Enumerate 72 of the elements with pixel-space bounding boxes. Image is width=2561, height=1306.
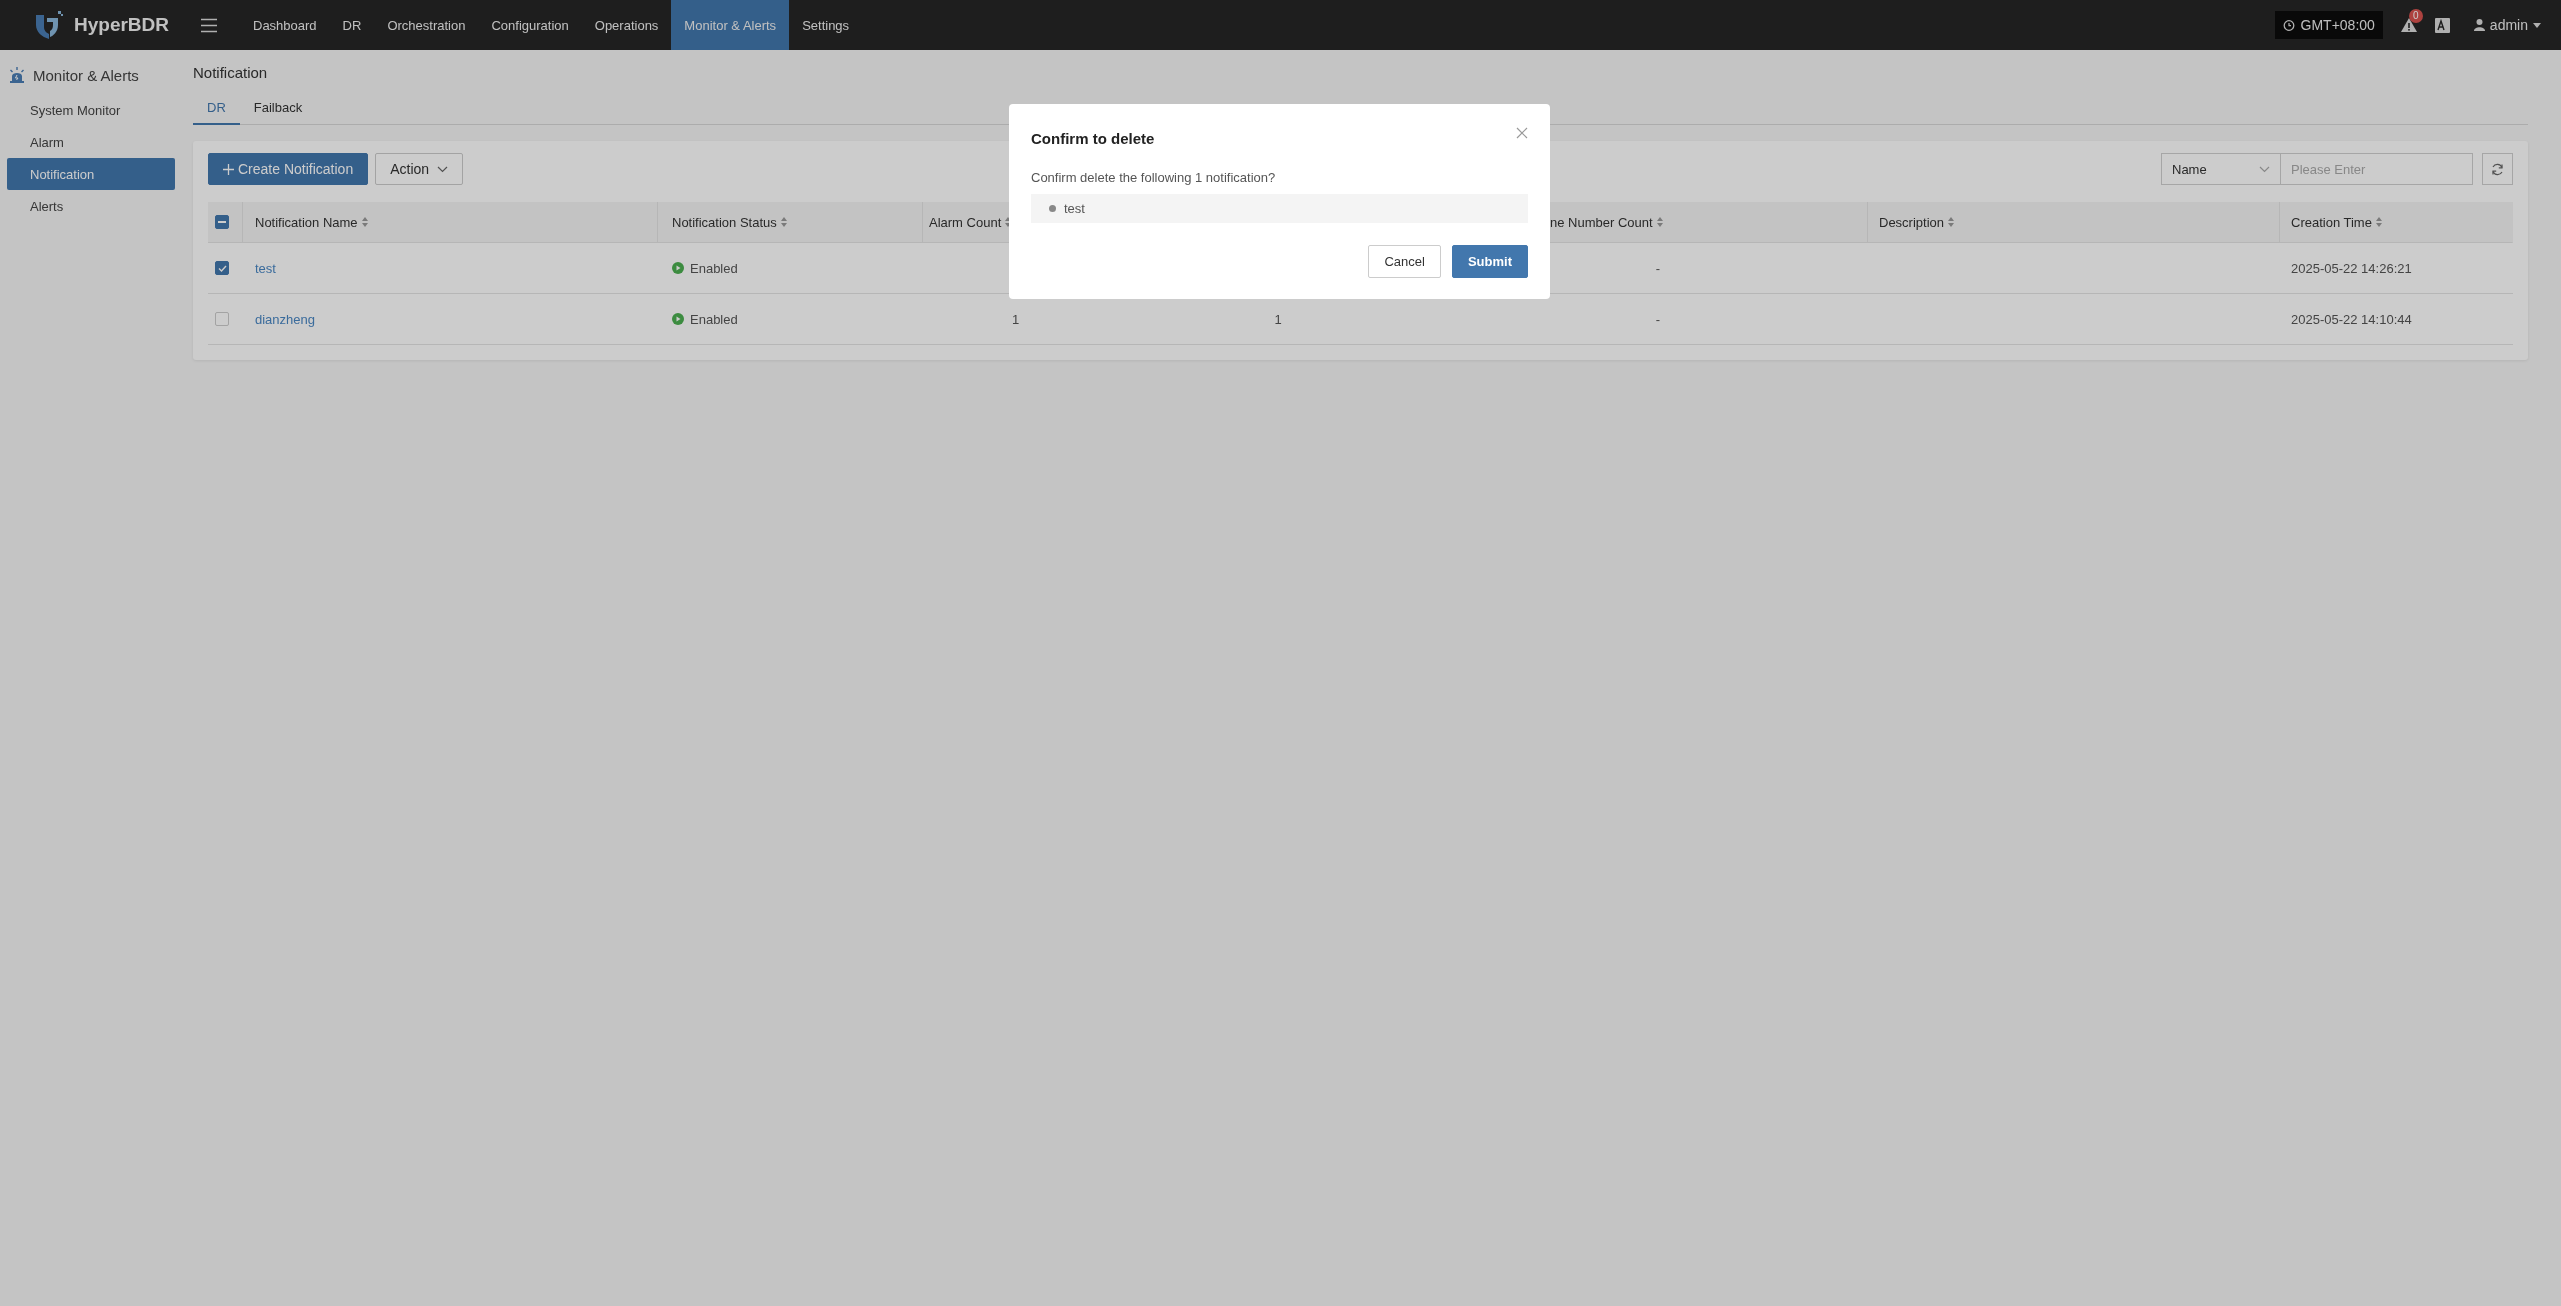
plus-icon (223, 163, 234, 175)
brand-name: HyperBDR (74, 14, 170, 36)
sort-icon[interactable] (780, 217, 787, 227)
chevron-down-icon (2259, 165, 2270, 173)
translate-icon[interactable] (2434, 17, 2450, 33)
table-cell: 1 (1274, 311, 1282, 327)
column-header: Description (1879, 214, 1945, 230)
create-notification-button[interactable]: Create Notification (208, 153, 369, 185)
refresh-icon (2491, 162, 2504, 176)
play-icon (672, 313, 684, 325)
column-header: Notification Name (255, 214, 358, 230)
select-all-checkbox[interactable] (215, 215, 229, 229)
table-cell: 1 (1011, 311, 1020, 327)
column-header: Creation Time (2291, 214, 2372, 230)
close-button[interactable] (1516, 127, 1528, 139)
check-icon (217, 264, 227, 272)
search-field[interactable]: Please Enter (2281, 153, 2473, 185)
user-menu[interactable]: admin (2467, 16, 2547, 34)
notification-name-link[interactable]: dianzheng (255, 311, 315, 327)
user-icon (2473, 19, 2485, 31)
alert-count-badge: 0 (2408, 9, 2423, 23)
tab[interactable]: Failback (239, 100, 317, 125)
refresh-button[interactable] (2482, 153, 2513, 185)
timezone-display[interactable]: GMT+08:00 (2274, 11, 2383, 39)
nav-tab[interactable]: Dashboard (240, 0, 330, 50)
sort-icon[interactable] (361, 217, 368, 227)
nav-tab[interactable]: Monitor & Alerts (671, 0, 790, 50)
play-icon (672, 262, 684, 274)
column-header: Alarm Count (929, 214, 1002, 230)
row-checkbox[interactable] (215, 261, 229, 275)
row-checkbox[interactable] (215, 312, 229, 326)
sidebar-item[interactable]: Alarm (7, 126, 175, 158)
submit-button[interactable]: Submit (1451, 245, 1528, 278)
table-cell: 2025-05-22 14:10:44 (2291, 311, 2412, 327)
nav-tab[interactable]: DR (329, 0, 375, 50)
dialog-title: Confirm to delete (1031, 129, 1155, 147)
sort-icon[interactable] (1656, 217, 1663, 227)
table-cell: - (1655, 311, 1661, 327)
nav-tab[interactable]: Configuration (478, 0, 582, 50)
alarm-light-icon (9, 67, 25, 83)
sidebar-item[interactable]: System Monitor (7, 94, 175, 126)
warning-icon[interactable] (2400, 18, 2417, 32)
table-cell: 2025-05-22 14:26:21 (2291, 260, 2412, 276)
sidebar-item[interactable]: Alerts (7, 190, 175, 222)
shield-logo-icon (34, 10, 64, 40)
clock-icon (2282, 19, 2295, 31)
sort-icon[interactable] (1005, 217, 1012, 227)
bullet-icon (1049, 205, 1056, 212)
cancel-button[interactable]: Cancel (1368, 245, 1441, 278)
minus-icon (218, 221, 226, 223)
status-cell: Enabled (672, 311, 738, 327)
sort-icon[interactable] (2375, 217, 2382, 227)
sort-icon[interactable] (1948, 217, 1955, 227)
column-header: Notification Status (672, 214, 777, 230)
tab[interactable]: DR (193, 100, 240, 125)
item-name: test (1064, 201, 1085, 216)
table-cell: - (1655, 260, 1661, 276)
sidebar-item[interactable]: Notification (7, 158, 175, 190)
notification-name-link[interactable]: test (255, 260, 276, 276)
nav-tab[interactable]: Orchestration (374, 0, 479, 50)
caret-icon (2533, 22, 2541, 28)
nav-tab[interactable]: Operations (581, 0, 672, 50)
timezone-text: GMT+08:00 (2300, 17, 2375, 33)
page-title: Notification (193, 64, 269, 83)
action-dropdown[interactable]: Action (375, 153, 464, 185)
column-header: ne Number Count (1550, 214, 1653, 230)
dialog-message: Confirm delete the following 1 notification? (1031, 170, 1277, 185)
status-cell: Enabled (672, 260, 738, 276)
nav-tab[interactable]: Settings (789, 0, 863, 50)
search-field-select[interactable]: Name (2161, 153, 2281, 185)
chevron-down-icon (437, 165, 449, 173)
sidebar-title: Monitor & Alerts (33, 66, 139, 84)
